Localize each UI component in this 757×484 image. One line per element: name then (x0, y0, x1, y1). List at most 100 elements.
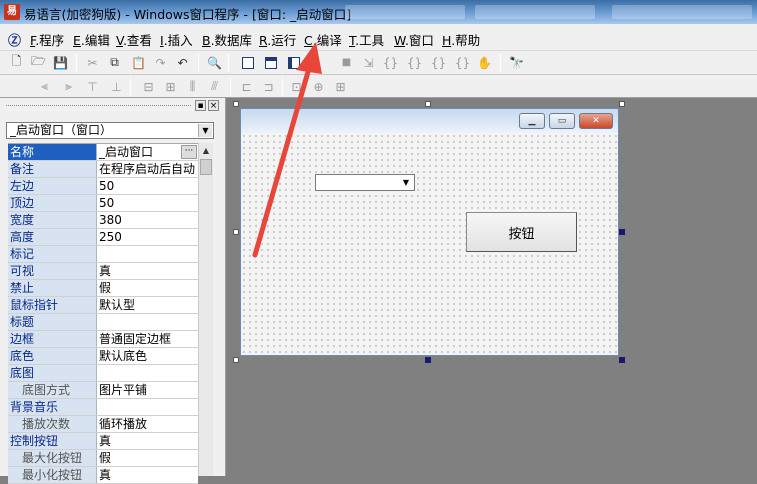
property-row[interactable]: 鼠标指针 默认型 (8, 297, 198, 314)
align-top-icon[interactable]: ⊤ (84, 78, 101, 95)
property-row[interactable]: 底图方式 图片平铺 (8, 382, 198, 399)
property-row[interactable]: 控制按钮真 (8, 433, 198, 450)
property-value[interactable] (97, 399, 198, 415)
property-row[interactable]: 左边 50 (8, 178, 198, 195)
property-value[interactable]: 在程序启动后自动 (97, 161, 198, 177)
paste-icon[interactable]: 📋 (130, 54, 147, 71)
property-value[interactable] (97, 246, 198, 262)
save-icon[interactable]: 💾 (52, 54, 69, 71)
new-file-icon[interactable]: 🗋 (8, 54, 25, 71)
property-row[interactable]: 可视真 (8, 263, 198, 280)
undo-icon[interactable]: ↶ (174, 54, 191, 71)
step-into-icon[interactable]: {} (382, 54, 399, 71)
space-v-icon[interactable]: ⫻ (206, 78, 223, 95)
property-row[interactable]: 禁止假 (8, 280, 198, 297)
property-value[interactable] (97, 314, 198, 330)
property-value[interactable]: 50 (97, 195, 198, 211)
app-menu-icon[interactable]: Ⓩ (8, 30, 24, 49)
chevron-down-icon[interactable]: ▼ (198, 124, 212, 137)
scroll-up-icon[interactable]: ▲ (199, 143, 213, 158)
find-object-icon[interactable]: 🔭 (508, 54, 525, 71)
resize-handle[interactable] (425, 101, 431, 107)
combo-box[interactable]: ▼ (315, 174, 415, 191)
property-value[interactable]: _启动窗口 ··· (97, 144, 198, 160)
property-scrollbar[interactable]: ▲ (198, 143, 213, 476)
find-icon[interactable]: 🔍 (206, 54, 223, 71)
property-value[interactable]: 真 (97, 467, 198, 483)
close-icon[interactable]: ✕ (579, 113, 613, 129)
property-row[interactable]: 播放次数 循环播放 (8, 416, 198, 433)
property-value[interactable]: 默认型 (97, 297, 198, 313)
resize-handle[interactable] (233, 101, 239, 107)
resize-handle[interactable] (619, 229, 625, 235)
grid-icon[interactable]: ⊞ (332, 78, 349, 95)
scroll-thumb[interactable] (200, 159, 212, 175)
step-out-icon[interactable]: {} (430, 54, 447, 71)
menu-help[interactable]: H.帮助 (442, 30, 480, 49)
align-left-icon[interactable]: ⫷ (36, 78, 53, 95)
resize-handle[interactable] (233, 357, 239, 363)
run-to-cursor-icon[interactable]: {} (454, 54, 471, 71)
maximize-icon[interactable]: ▭ (549, 113, 575, 129)
resize-handle[interactable] (619, 357, 625, 363)
property-row[interactable]: 名称 _启动窗口 ··· (8, 144, 198, 161)
menu-view[interactable]: V.查看 (116, 30, 152, 49)
property-value-text: 250 (99, 230, 122, 244)
step-over-icon[interactable]: {} (406, 54, 423, 71)
center-v-icon[interactable]: ⊞ (162, 78, 179, 95)
property-row[interactable]: 背景音乐 (8, 399, 198, 416)
minimize-icon[interactable]: ▁ (519, 113, 545, 129)
stop-icon[interactable]: ■ (338, 54, 355, 71)
open-folder-icon[interactable]: 🗁 (30, 54, 47, 71)
hand-icon[interactable]: ✋ (476, 54, 493, 71)
property-row[interactable]: 顶边 50 (8, 195, 198, 212)
property-value[interactable]: 假 (97, 280, 198, 296)
property-row[interactable]: 底图 (8, 365, 198, 382)
property-value[interactable]: 假 (97, 450, 198, 466)
property-row[interactable]: 高度 250 (8, 229, 198, 246)
property-value[interactable]: 250 (97, 229, 198, 245)
chevron-down-icon[interactable]: ▼ (399, 176, 413, 189)
property-value-text: 假 (99, 281, 112, 295)
space-h-icon[interactable]: ⫼ (184, 78, 201, 95)
cut-icon[interactable]: ✂ (84, 54, 101, 71)
property-value[interactable]: 循环播放 (97, 416, 198, 432)
property-value[interactable]: 380 (97, 212, 198, 228)
property-name: 禁止 (8, 280, 97, 296)
resize-handle[interactable] (619, 101, 625, 107)
property-row[interactable]: 标记 (8, 246, 198, 263)
property-value[interactable]: 图片平铺 (97, 382, 198, 398)
property-row[interactable]: 宽度 380 (8, 212, 198, 229)
panel-restore-icon[interactable]: ▪ (195, 100, 206, 111)
object-selector[interactable]: _启动窗口（窗口） ▼ (6, 122, 214, 139)
property-value[interactable]: 普通固定边框 (97, 331, 198, 347)
property-value[interactable]: 50 (97, 178, 198, 194)
center-h-icon[interactable]: ⊟ (140, 78, 157, 95)
copy-icon[interactable]: ⧉ (106, 54, 123, 71)
property-grid: 名称 _启动窗口 ··· 备注 在程序启动后自动 左边 50 顶边 50 宽度 380 高度 250 标记… (8, 143, 198, 484)
resize-handle[interactable] (233, 229, 239, 235)
property-value[interactable]: 真 (97, 263, 198, 279)
align-right-icon[interactable]: ⫸ (60, 78, 77, 95)
property-row[interactable]: 标题 (8, 314, 198, 331)
menu-tools[interactable]: T.工具 (349, 30, 384, 49)
property-value[interactable]: 默认底色 (97, 348, 198, 364)
resize-handle[interactable] (425, 357, 431, 363)
menu-program[interactable]: F.程序 (30, 30, 64, 49)
property-value-text: _启动窗口 (99, 145, 154, 159)
step-icon[interactable]: ⇲ (360, 54, 377, 71)
panel-close-icon[interactable]: × (208, 100, 219, 111)
property-row[interactable]: 最大化按钮假 (8, 450, 198, 467)
align-bottom-icon[interactable]: ⊥ (108, 78, 125, 95)
menu-insert[interactable]: I.插入 (160, 30, 193, 49)
ellipsis-button[interactable]: ··· (181, 145, 197, 159)
property-row[interactable]: 边框 普通固定边框 (8, 331, 198, 348)
property-value[interactable]: 真 (97, 433, 198, 449)
redo-icon[interactable]: ↷ (152, 54, 169, 71)
property-row[interactable]: 底色 默认底色 (8, 348, 198, 365)
menu-window[interactable]: W.窗口 (394, 30, 434, 49)
form-button[interactable]: 按钮 (466, 212, 577, 252)
menu-edit[interactable]: E.编辑 (73, 30, 110, 49)
property-row[interactable]: 备注 在程序启动后自动 (8, 161, 198, 178)
property-value[interactable] (97, 365, 198, 381)
